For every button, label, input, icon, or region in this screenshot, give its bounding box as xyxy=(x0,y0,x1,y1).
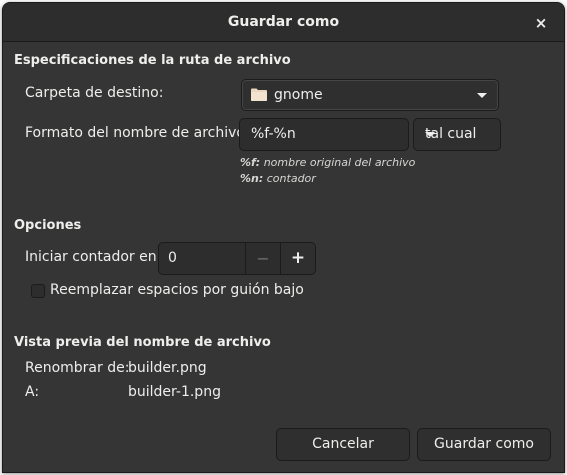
rename-from-value: builder.png xyxy=(128,360,207,376)
replace-spaces-checkbox[interactable] xyxy=(31,284,45,298)
hint-n-text: contador xyxy=(263,172,316,185)
close-icon: × xyxy=(534,14,548,32)
save-as-button[interactable]: Guardar como xyxy=(417,428,551,461)
plus-icon: + xyxy=(290,248,306,268)
destination-folder-label: Carpeta de destino: xyxy=(25,85,164,101)
close-button[interactable]: × xyxy=(530,12,552,34)
folder-icon xyxy=(251,88,267,101)
header-bar: Guardar como × xyxy=(3,3,564,42)
hint-n-key: %n: xyxy=(240,172,264,185)
filename-format-label: Formato del nombre de archivo: xyxy=(25,125,250,141)
counter-decrement-button[interactable]: − xyxy=(245,243,280,274)
filename-format-value: %f-%n xyxy=(251,126,296,142)
dialog-title: Guardar como xyxy=(227,14,340,30)
hint-original-name: %f: nombre original del archivo xyxy=(240,156,415,169)
counter-start-value[interactable]: 0 xyxy=(168,243,177,274)
path-section-title: Especificaciones de la ruta de archivo xyxy=(14,53,291,68)
case-dropdown[interactable]: tal cual xyxy=(413,118,501,151)
hint-counter: %n: contador xyxy=(240,172,316,185)
destination-folder-value: gnome xyxy=(274,87,323,103)
counter-start-label: Iniciar contador en: xyxy=(25,249,162,265)
counter-increment-button[interactable]: + xyxy=(280,243,315,274)
destination-folder-chooser[interactable]: gnome xyxy=(241,79,499,111)
filename-format-input[interactable]: %f-%n xyxy=(239,118,409,151)
cancel-button[interactable]: Cancelar xyxy=(276,428,410,461)
replace-spaces-label[interactable]: Reemplazar espacios por guión bajo xyxy=(50,282,304,298)
minus-icon: − xyxy=(256,249,270,268)
hint-f-text: nombre original del archivo xyxy=(260,156,416,169)
preview-section-title: Vista previa del nombre de archivo xyxy=(14,335,271,350)
save-as-dialog: Guardar como × Especificaciones de la ru… xyxy=(2,2,565,473)
rename-to-value: builder-1.png xyxy=(128,384,221,400)
chevron-down-icon xyxy=(477,93,487,98)
rename-from-label: Renombrar de: xyxy=(25,360,130,376)
rename-to-label: A: xyxy=(25,384,40,400)
chevron-down-icon xyxy=(425,132,435,137)
counter-start-spinbutton[interactable]: 0 − + xyxy=(158,242,316,275)
options-section-title: Opciones xyxy=(14,218,82,233)
hint-f-key: %f: xyxy=(240,156,261,169)
